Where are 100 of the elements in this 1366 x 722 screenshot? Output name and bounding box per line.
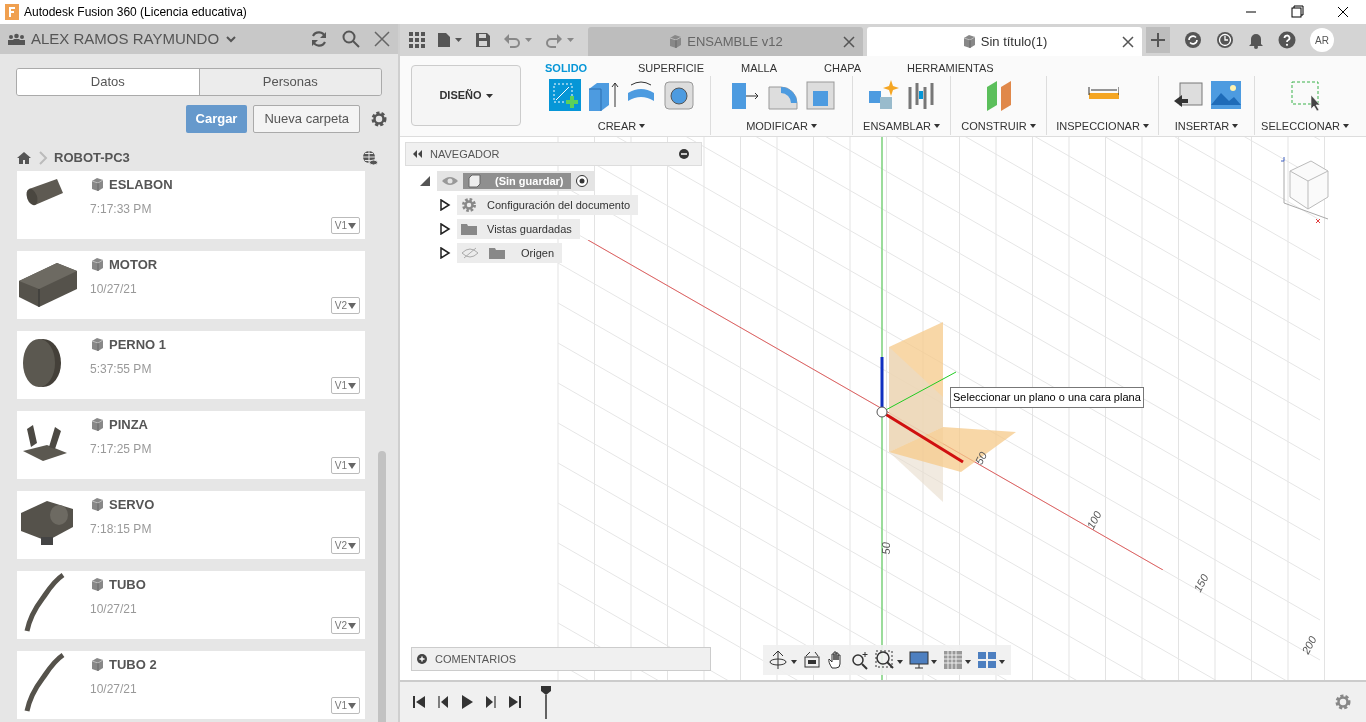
ribbon-tab[interactable]: HERRAMIENTAS xyxy=(907,59,1007,76)
file-icon[interactable] xyxy=(437,32,463,48)
file-name[interactable]: PERNO 1 xyxy=(109,335,167,355)
breadcrumb-folder[interactable]: ROBOT-PC3 xyxy=(54,148,130,168)
settings-icon[interactable] xyxy=(1334,693,1352,711)
workspace-dropdown[interactable]: DISEÑO xyxy=(411,65,521,126)
clock-icon[interactable] xyxy=(1216,31,1234,49)
tool-group-dropdown[interactable]: CONSTRUIR xyxy=(961,118,1036,135)
last-step-icon[interactable] xyxy=(508,695,522,709)
file-card[interactable]: ESLABON 7:17:33 PM V1 xyxy=(17,171,365,239)
grid-settings-icon[interactable] xyxy=(943,650,971,670)
file-card[interactable]: PERNO 1 5:37:55 PM V1 xyxy=(17,331,365,399)
file-name[interactable]: TUBO xyxy=(109,575,146,595)
panel-tab[interactable]: Datos xyxy=(17,69,199,95)
tool-group-dropdown[interactable]: INSERTAR xyxy=(1174,118,1239,135)
file-card[interactable]: SERVO 7:18:15 PM V2 xyxy=(17,491,365,559)
activate-radio-icon[interactable] xyxy=(575,174,590,188)
file-name[interactable]: PINZA xyxy=(109,415,148,435)
box-thumbnail xyxy=(19,263,77,308)
user-name[interactable]: ALEX RAMOS RAYMUNDO xyxy=(31,27,220,51)
version-dropdown[interactable]: V1 xyxy=(330,217,360,234)
tooltip: Seleccionar un plano o una cara plana xyxy=(950,387,1144,408)
tool-group-dropdown[interactable]: ENSAMBLAR xyxy=(863,118,940,135)
app-grid-icon[interactable] xyxy=(409,32,425,48)
file-card[interactable]: TUBO 10/27/21 V2 xyxy=(17,571,365,639)
add-icon[interactable] xyxy=(417,654,427,664)
folder-icon xyxy=(461,223,477,235)
shell-icon[interactable] xyxy=(803,79,836,111)
file-name[interactable]: MOTOR xyxy=(109,255,158,275)
previous-step-icon[interactable] xyxy=(436,695,450,709)
viewports-icon[interactable] xyxy=(977,650,1005,670)
bell-icon[interactable] xyxy=(1248,31,1264,49)
zoom-icon[interactable] xyxy=(851,650,869,670)
browser-node[interactable]: Vistas guardadas xyxy=(457,219,580,239)
orbit-icon[interactable] xyxy=(769,650,797,670)
chevron-down-icon[interactable] xyxy=(225,34,238,44)
file-name[interactable]: ESLABON xyxy=(109,175,173,195)
timeline-marker-icon[interactable] xyxy=(540,685,552,719)
ribbon-tab[interactable]: MALLA xyxy=(741,59,824,76)
tool-group-dropdown[interactable]: INSPECCIONAR xyxy=(1056,118,1149,135)
team-icon xyxy=(8,33,25,45)
new-tab-button[interactable] xyxy=(1146,27,1170,53)
refresh-icon[interactable] xyxy=(310,30,328,48)
version-dropdown[interactable]: V1 xyxy=(330,457,360,474)
search-icon[interactable] xyxy=(342,30,360,48)
minimize-icon[interactable] xyxy=(679,149,689,159)
tool-group-dropdown[interactable]: SELECCIONAR xyxy=(1261,118,1349,135)
document-tab[interactable]: Sin título(1) xyxy=(867,27,1142,56)
file-card[interactable]: PINZA 7:17:25 PM V1 xyxy=(17,411,365,479)
first-step-icon[interactable] xyxy=(412,695,426,709)
version-dropdown[interactable]: V2 xyxy=(330,537,360,554)
comments-panel[interactable]: COMENTARIOS xyxy=(411,647,711,671)
expand-triangle-icon[interactable] xyxy=(439,247,451,259)
file-name[interactable]: SERVO xyxy=(109,495,155,515)
tool-group-dropdown[interactable]: MODIFICAR xyxy=(746,118,817,135)
sync-icon[interactable] xyxy=(1184,31,1202,49)
window-select-icon[interactable] xyxy=(1289,79,1321,111)
file-card[interactable]: TUBO 2 10/27/21 V1 xyxy=(17,651,365,719)
document-tab-label[interactable]: Sin título(1) xyxy=(980,31,1048,52)
browser-node[interactable]: Origen xyxy=(457,243,563,263)
settings-icon[interactable] xyxy=(370,110,388,128)
help-icon[interactable] xyxy=(1278,31,1296,49)
fit-icon[interactable] xyxy=(875,650,903,670)
sketch-icon[interactable] xyxy=(548,79,581,111)
user-avatar[interactable]: AR xyxy=(1310,28,1334,52)
version-dropdown[interactable]: V1 xyxy=(330,697,360,714)
expand-triangle-icon[interactable] xyxy=(439,199,451,211)
expand-triangle-icon[interactable] xyxy=(419,175,431,187)
look-at-icon[interactable] xyxy=(803,650,821,670)
play-icon[interactable] xyxy=(460,695,474,709)
grid-label: 50 xyxy=(971,448,991,468)
scrollbar-thumb[interactable] xyxy=(378,451,386,722)
expand-triangle-icon[interactable] xyxy=(439,223,451,235)
version-dropdown[interactable]: V2 xyxy=(330,617,360,634)
home-icon[interactable] xyxy=(16,151,32,165)
browser-node[interactable]: Configuración del documento xyxy=(457,195,639,215)
close-icon[interactable] xyxy=(843,36,855,48)
display-settings-icon[interactable] xyxy=(909,650,937,670)
tube-thumbnail xyxy=(24,653,65,712)
insert-image-icon[interactable] xyxy=(1209,79,1242,111)
globe-icon[interactable] xyxy=(362,150,378,166)
file-date: 10/27/21 xyxy=(90,680,138,698)
version-dropdown[interactable]: V1 xyxy=(330,377,360,394)
tool-group-dropdown[interactable]: CREAR xyxy=(597,118,646,135)
file-name[interactable]: TUBO 2 xyxy=(109,655,157,675)
hole-icon[interactable] xyxy=(662,79,695,111)
close-icon[interactable] xyxy=(374,31,390,47)
next-step-icon[interactable] xyxy=(484,695,498,709)
collapse-icon[interactable] xyxy=(412,150,422,158)
ribbon-tab[interactable]: SUPERFICIE xyxy=(638,59,741,76)
close-icon[interactable] xyxy=(1122,36,1134,48)
ribbon-tab[interactable]: CHAPA xyxy=(824,59,907,76)
cube-icon xyxy=(90,657,105,673)
folder-icon xyxy=(489,247,505,259)
save-icon[interactable] xyxy=(475,32,491,48)
new-folder-button[interactable]: Nueva carpeta xyxy=(253,105,360,133)
joint-icon[interactable] xyxy=(866,79,899,111)
panel-tab[interactable]: Personas xyxy=(198,69,381,95)
file-card[interactable]: MOTOR 10/27/21 V2 xyxy=(17,251,365,319)
version-dropdown[interactable]: V2 xyxy=(330,297,360,314)
